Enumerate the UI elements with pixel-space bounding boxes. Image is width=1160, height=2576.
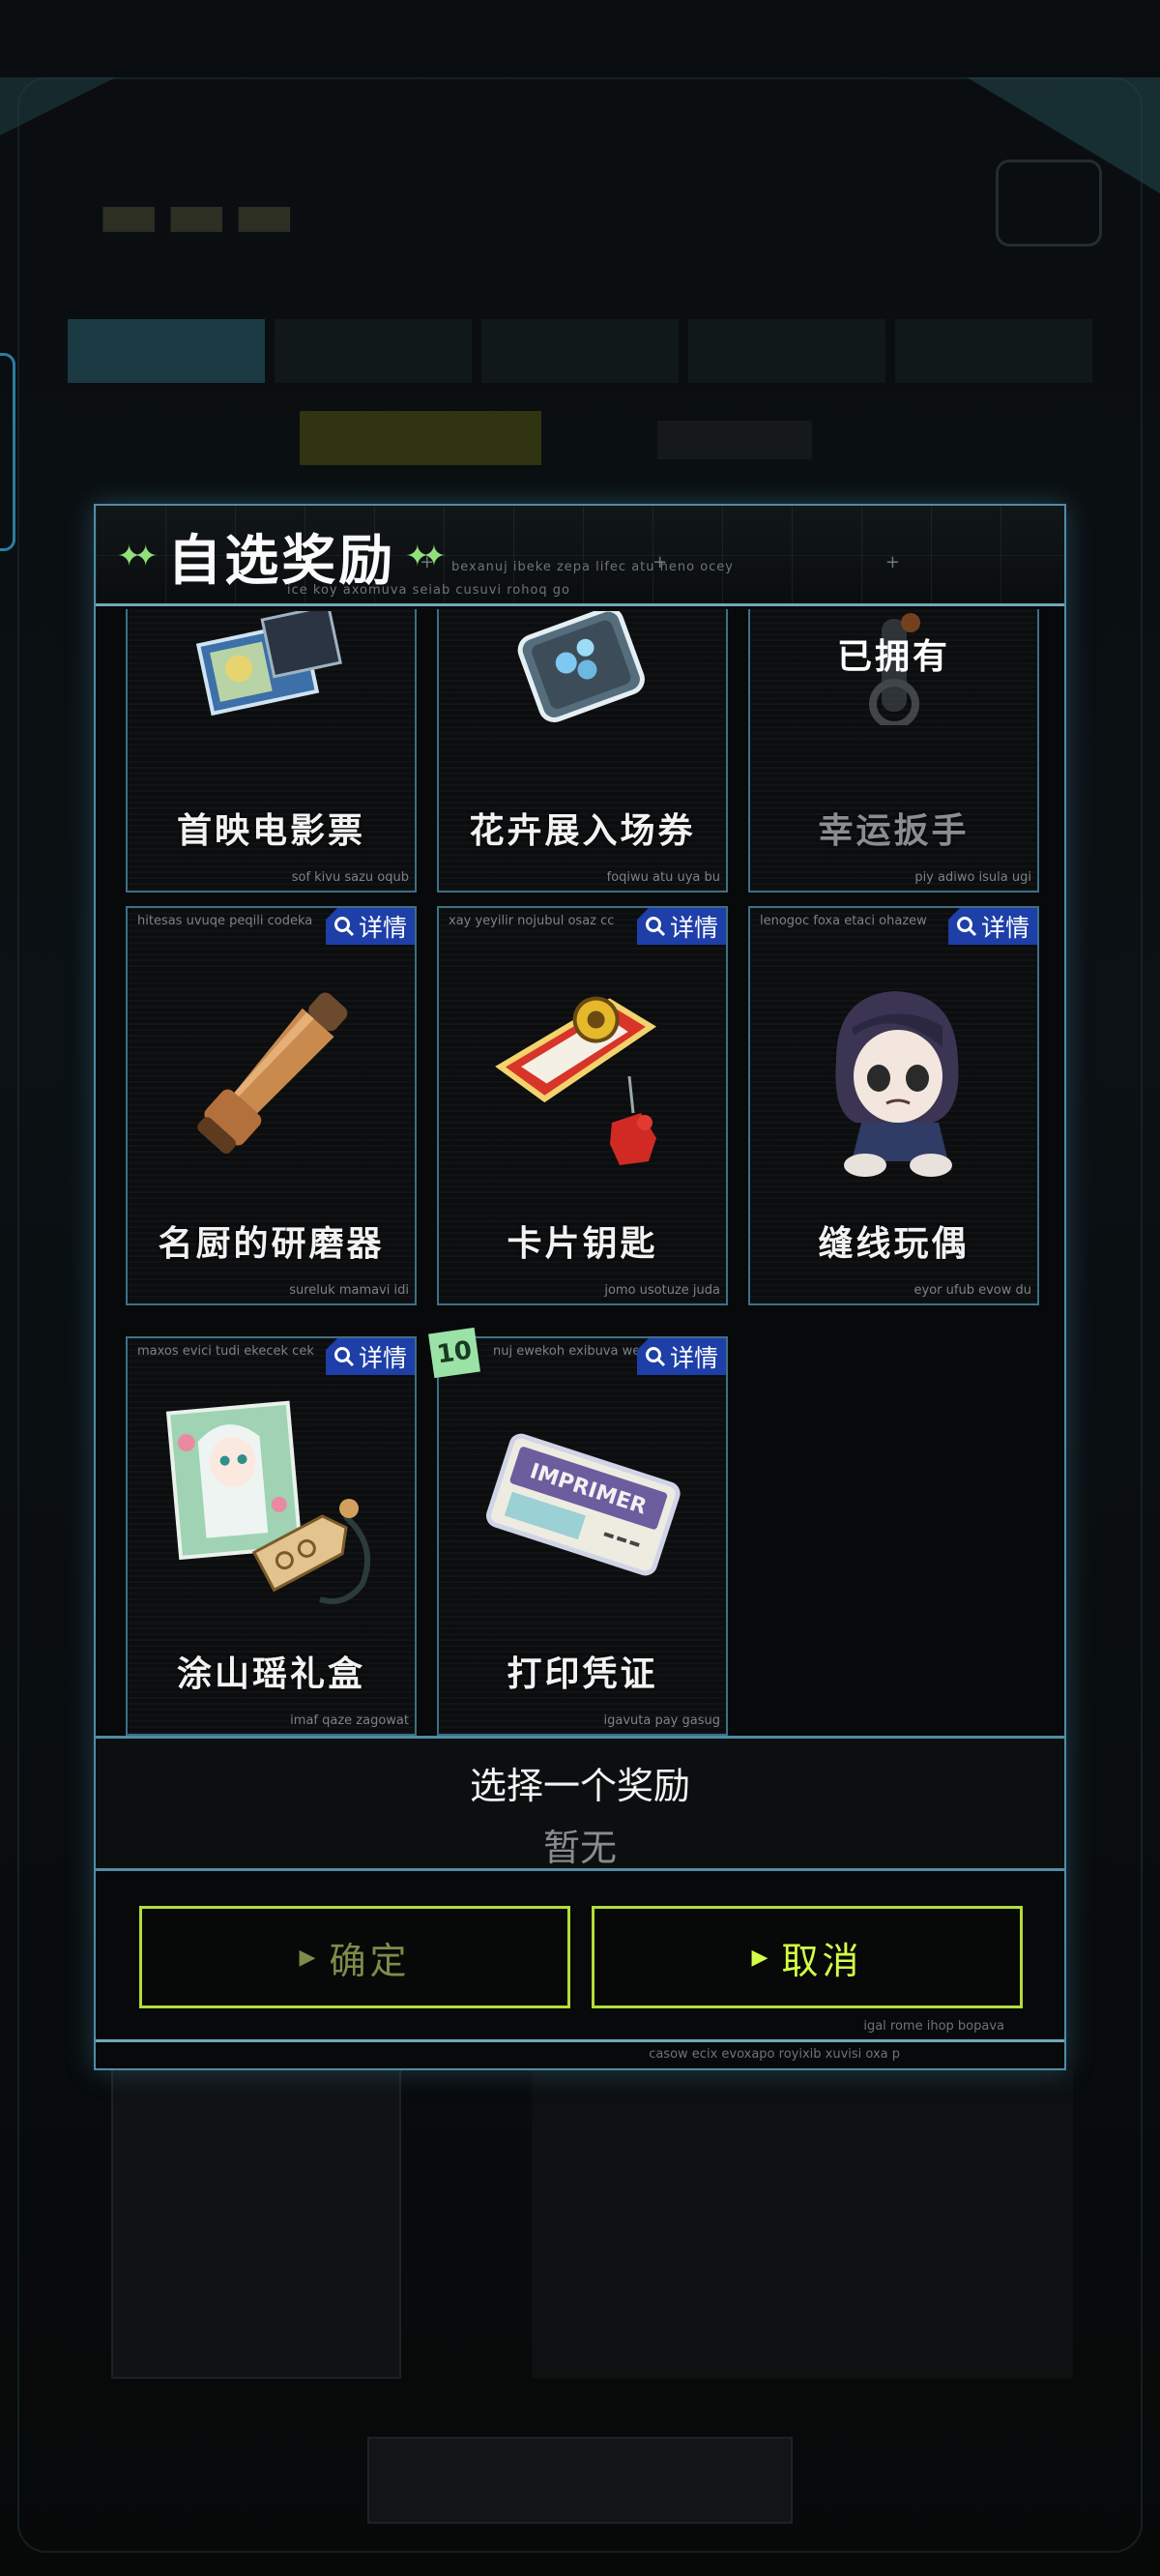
detail-button[interactable]: 详情 [637,908,726,945]
reward-card[interactable]: 首映电影票 sof kivu sazu oqub [126,609,417,893]
play-arrow-icon: ▶ [299,1945,316,1970]
owned-label: 已拥有 [836,637,950,677]
detail-label: 详情 [669,1344,718,1372]
reward-name: 缝线玩偶 [818,1224,970,1264]
reward-name: 名厨的研磨器 [158,1224,385,1264]
magnifier-icon [334,917,355,937]
reward-name: 打印凭证 [507,1654,658,1694]
reward-name: 卡片钥匙 [507,1224,658,1264]
card-key-icon [494,996,656,1165]
detail-label: 详情 [358,1344,407,1372]
reward-card[interactable]: nuj ewekoh exibuva we 详情 IMPRIMER 打印凭证 i [437,1336,728,1736]
detail-label: 详情 [358,914,407,942]
detail-button[interactable]: 详情 [326,908,415,945]
reward-name: 幸运扳手 [818,811,970,851]
card-caption: xay yeyilir nojubul osaz cc [449,914,615,928]
background-tab [68,319,265,383]
card-caption: imaf qaze zagowat [290,1713,409,1728]
selection-value: 暂无 [542,1827,617,1869]
magnifier-icon [334,1347,355,1367]
background-tab [688,319,885,383]
reward-card[interactable]: 已拥有 幸运扳手 piy adiwo isula ugi [748,609,1039,893]
card-caption: lenogoc foxa etaci ohazew [760,914,927,928]
flower-ticket-icon [517,611,645,722]
pepper-grinder-icon [196,992,347,1155]
selection-summary: 选择一个奖励 暂无 [96,1736,1064,1871]
detail-button[interactable]: 详情 [948,908,1037,945]
detail-button[interactable]: 详情 [326,1338,415,1375]
detail-button[interactable]: 详情 [637,1338,726,1375]
dialog-title: ✦✦ 自选奖励 ✦✦ [117,523,447,593]
background-subtab [657,421,812,459]
card-caption: jomo usotuze juda [604,1283,720,1298]
card-caption: hitesas uvuqe peqili codeka [137,914,313,928]
confirm-label: 确定 [329,1939,411,1982]
movie-ticket-icon [195,611,342,717]
header-cross-decor: + + + [420,552,1006,572]
background-back-button [996,160,1102,247]
detail-label: 详情 [980,914,1030,942]
footer-caption: casow ecix evoxapo royixib xuvisi oxa p [649,2047,900,2062]
footer-divider [96,2039,1064,2042]
reward-card[interactable]: hitesas uvuqe peqili codeka 详情 名厨的研磨器 su… [126,906,417,1305]
gift-box-icon [165,1400,370,1604]
magnifier-icon [645,917,666,937]
side-drawer-handle[interactable] [0,353,15,551]
reward-name: 涂山瑶礼盒 [176,1654,365,1694]
cancel-label: 取消 [781,1939,863,1982]
count-badge: 10 [428,1327,480,1379]
reward-card[interactable]: 花卉展入场券 foqiwu atu uya bu [437,609,728,893]
reward-card[interactable]: maxos evici tudi ekecek cek 详情 涂山瑶礼盒 ima… [126,1336,417,1736]
background-card [111,2050,401,2379]
background-card [532,2069,1073,2379]
confirm-button[interactable]: ▶ 确定 [139,1906,570,2008]
card-caption: foqiwu atu uya bu [606,870,720,885]
reward-grid[interactable]: 首映电影票 sof kivu sazu oqub 花卉展入场券 foqiwu a… [96,609,1064,1736]
card-caption: maxos evici tudi ekecek cek [137,1344,314,1359]
card-caption: nuj ewekoh exibuva we [493,1344,638,1359]
footer-caption: igal rome ihop bopava [863,2019,1004,2034]
magnifier-icon [645,1347,666,1367]
detail-label: 详情 [669,914,718,942]
print-voucher-icon: IMPRIMER [485,1433,681,1576]
magnifier-icon [956,917,977,937]
stitched-doll-icon [834,991,958,1177]
background-subtab [300,411,541,465]
reward-card[interactable]: lenogoc foxa etaci ohazew 详情 缝线玩偶 eyor u… [748,906,1039,1305]
cancel-button[interactable]: ▶ 取消 [592,1906,1023,2008]
selection-prompt: 选择一个奖励 [469,1765,690,1807]
card-caption: piy adiwo isula ugi [914,870,1031,885]
header-caption: ice koy axomuva seiab cusuvi rohoq go [287,583,571,598]
background-tab [275,319,472,383]
sparkle-icon: ✦✦ [117,539,158,573]
card-caption: sureluk mamavi idi [289,1283,409,1298]
card-caption: sof kivu sazu oqub [291,870,409,885]
background-button [367,2437,793,2524]
background-tabs [68,319,1092,383]
reward-select-dialog: ✦✦ 自选奖励 ✦✦ bexanuj ibeke zepa lifec atu … [94,504,1066,2070]
dialog-header: ✦✦ 自选奖励 ✦✦ bexanuj ibeke zepa lifec atu … [96,506,1064,606]
background-title: ▬▬▬ [97,174,301,253]
background-tab [481,319,679,383]
background-tab [895,319,1092,383]
card-caption: eyor ufub evow du [914,1283,1031,1298]
reward-card[interactable]: xay yeyilir nojubul osaz cc 详情 卡片钥匙 jomo… [437,906,728,1305]
card-caption: igavuta pay gasug [603,1713,721,1728]
reward-name: 首映电影票 [176,811,365,851]
play-arrow-icon: ▶ [751,1945,768,1970]
reward-name: 花卉展入场券 [469,811,696,851]
